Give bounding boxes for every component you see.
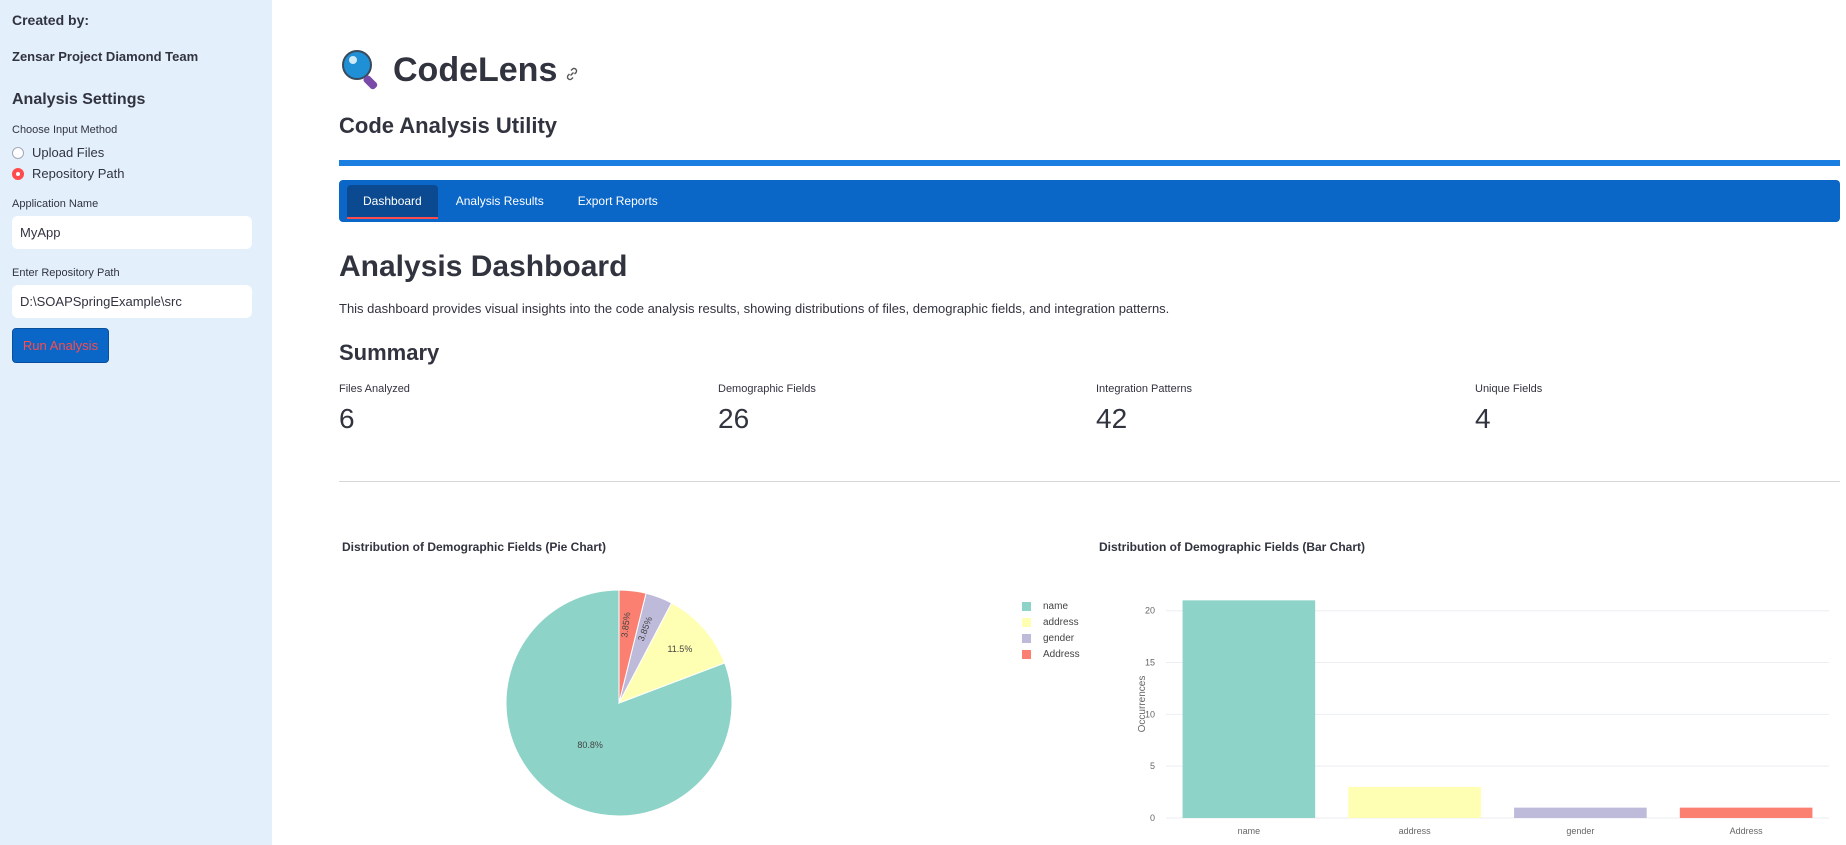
bar-y-tick-label: 5 (1150, 761, 1155, 771)
legend-label: name (1043, 600, 1069, 612)
dashboard-description: This dashboard provides visual insights … (339, 301, 1170, 316)
metric-unique-fields: Unique Fields 4 (1475, 383, 1542, 435)
analysis-settings-heading: Analysis Settings (12, 91, 146, 108)
sidebar: Created by: Zensar Project Diamond Team … (0, 0, 272, 845)
header-divider (339, 160, 1840, 166)
radio-repository-path[interactable]: Repository Path (12, 163, 260, 184)
input-method-label: Choose Input Method (12, 124, 118, 136)
pie-chart-legend: name address gender Address (1022, 598, 1080, 662)
legend-swatch (1022, 617, 1031, 627)
legend-swatch (1022, 633, 1031, 643)
metric-value: 4 (1475, 403, 1491, 434)
legend-label: gender (1043, 632, 1075, 644)
app-name-input[interactable] (12, 216, 252, 249)
title-row: CodeLens (339, 48, 580, 92)
bar-y-tick-label: 20 (1145, 606, 1155, 616)
bar-x-tick-label: address (1399, 826, 1432, 836)
radio-upload-files-circle[interactable] (12, 146, 24, 159)
metric-label: Files Analyzed (339, 383, 410, 395)
repo-path-input[interactable] (12, 285, 252, 318)
bar-address[interactable] (1679, 807, 1813, 818)
app-name-label: Application Name (12, 198, 99, 210)
metric-value: 42 (1096, 403, 1128, 434)
metric-files-analyzed: Files Analyzed 6 (339, 383, 410, 435)
run-analysis-button[interactable]: Run Analysis (12, 328, 109, 363)
bar-y-tick-label: 15 (1145, 658, 1155, 668)
metric-label: Unique Fields (1475, 383, 1543, 395)
bar-address[interactable] (1348, 786, 1481, 818)
dashboard-heading: Analysis Dashboard (339, 250, 628, 283)
legend-swatch (1022, 601, 1031, 611)
bar-y-tick-label: 0 (1150, 813, 1155, 823)
input-method-radio-group: Upload Files Repository Path (12, 142, 260, 184)
anchor-link-icon[interactable] (564, 66, 580, 82)
metric-label: Demographic Fields (718, 383, 816, 395)
team-name: Zensar Project Diamond Team (12, 49, 199, 64)
metric-demographic-fields: Demographic Fields 26 (718, 383, 816, 435)
bar-x-tick-label: gender (1566, 826, 1594, 836)
metric-label: Integration Patterns (1096, 383, 1193, 395)
legend-swatch (1022, 649, 1031, 659)
legend-item-gender[interactable]: gender (1022, 630, 1080, 646)
bar-chart[interactable]: 05101520Occurrencesname address gender Addr… (1091, 590, 1836, 840)
app-title: CodeLens (393, 50, 558, 89)
pie-chart-title: Distribution of Demographic Fields (Pie … (342, 540, 607, 554)
metric-value: 6 (339, 403, 355, 434)
magnifier-logo-icon (342, 50, 378, 90)
radio-repository-path-circle[interactable] (12, 167, 24, 180)
metric-integration-patterns: Integration Patterns 42 (1096, 383, 1192, 435)
bar-y-axis-label: Occurrences (1137, 676, 1148, 733)
legend-item-address[interactable]: address (1022, 614, 1080, 630)
radio-repository-path-label: Repository Path (32, 166, 125, 181)
radio-upload-files[interactable]: Upload Files (12, 142, 260, 163)
legend-label: Address (1043, 648, 1080, 660)
pie-label-address: 11.5% (667, 644, 692, 654)
created-by-label: Created by: (12, 12, 90, 28)
legend-item-address[interactable]: Address (1022, 646, 1080, 662)
bar-gender[interactable] (1514, 807, 1647, 818)
tab-analysis-results[interactable]: Analysis Results (440, 185, 560, 217)
bar-chart-title: Distribution of Demographic Fields (Bar … (1099, 540, 1366, 554)
tab-bar: Dashboard Analysis Results Export Report… (339, 180, 1840, 222)
legend-label: address (1043, 616, 1079, 628)
bar-x-tick-label: Address (1730, 826, 1764, 836)
summary-heading: Summary (339, 340, 440, 365)
tab-export-reports[interactable]: Export Reports (562, 185, 674, 217)
summary-divider (339, 481, 1840, 482)
repo-path-label: Enter Repository Path (12, 267, 120, 279)
page-subtitle: Code Analysis Utility (339, 113, 558, 138)
tab-dashboard[interactable]: Dashboard (347, 185, 438, 219)
pie-label-name: 80.8% (577, 740, 603, 750)
metric-value: 26 (718, 403, 750, 434)
bar-name[interactable] (1182, 600, 1316, 818)
pie-chart[interactable]: 80.8%11.5%3.85%3.85% (499, 583, 739, 823)
legend-item-name[interactable]: name (1022, 598, 1080, 614)
app-root: Created by: Zensar Project Diamond Team … (0, 0, 1846, 845)
radio-upload-files-label: Upload Files (32, 145, 105, 160)
bar-x-tick-label: name (1238, 826, 1261, 836)
